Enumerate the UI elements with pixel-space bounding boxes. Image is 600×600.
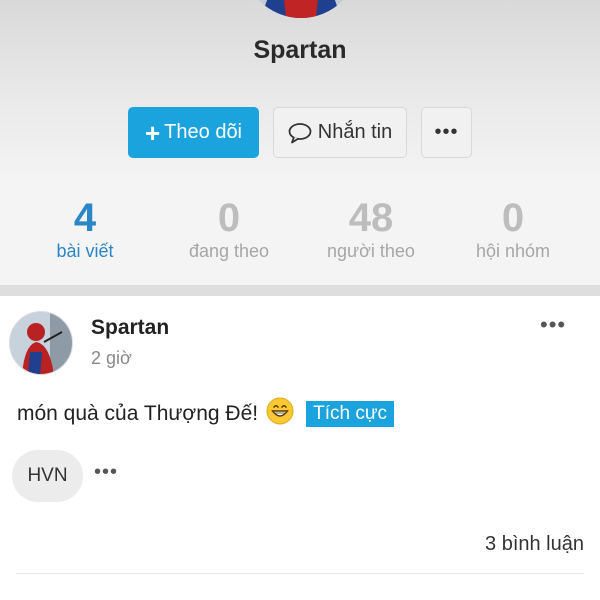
grinning-face-icon [266,397,294,431]
message-button[interactable]: Nhắn tin [273,107,407,158]
stat-groups[interactable]: 0 hội nhóm [438,175,588,262]
stat-following-value: 0 [217,196,241,240]
tag-more-button[interactable]: ••• [94,461,118,484]
post-author-avatar[interactable] [9,311,73,375]
profile-more-button[interactable]: ••• [421,107,472,158]
topic-tag-chip[interactable]: HVN [12,450,83,502]
profile-name: Spartan [253,36,347,64]
post-timestamp: 2 giờ [91,348,132,368]
more-dots-icon: ••• [434,121,459,143]
sentiment-tag[interactable]: Tích cực [306,401,395,427]
post-author-name[interactable]: Spartan [91,316,169,340]
stat-following[interactable]: 0 đang theo [154,175,304,262]
profile-avatar[interactable] [242,0,360,18]
stat-posts[interactable]: 4 bài viết [10,175,160,262]
stat-followers[interactable]: 48 người theo [296,175,446,262]
stat-groups-label: hội nhóm [475,241,551,261]
chat-bubble-icon [288,122,312,143]
profile-header: Spartan + Theo dõi Nhắn tin ••• [0,0,600,175]
follow-button[interactable]: + Theo dõi [128,107,259,158]
comments-link[interactable]: 3 bình luận [485,533,584,556]
topic-tag-label: HVN [27,465,68,486]
post-content: món quà của Thượng Đế! Tích cực [17,397,395,431]
post-footer-divider [16,573,584,574]
message-button-label: Nhắn tin [317,121,393,143]
post-text: món quà của Thượng Đế! [17,402,259,425]
stat-groups-value: 0 [501,196,525,240]
section-divider [0,285,600,296]
plus-icon: + [144,117,161,148]
follow-button-label: Theo dõi [164,121,243,143]
stat-followers-label: người theo [327,241,415,261]
stat-followers-value: 48 [348,196,394,240]
post-more-button[interactable]: ••• [540,312,566,338]
profile-stats: 4 bài viết 0 đang theo 48 người theo 0 h… [0,175,600,285]
stat-following-label: đang theo [188,241,270,261]
stat-posts-label: bài viết [56,241,114,261]
stat-posts-value: 4 [73,196,97,240]
